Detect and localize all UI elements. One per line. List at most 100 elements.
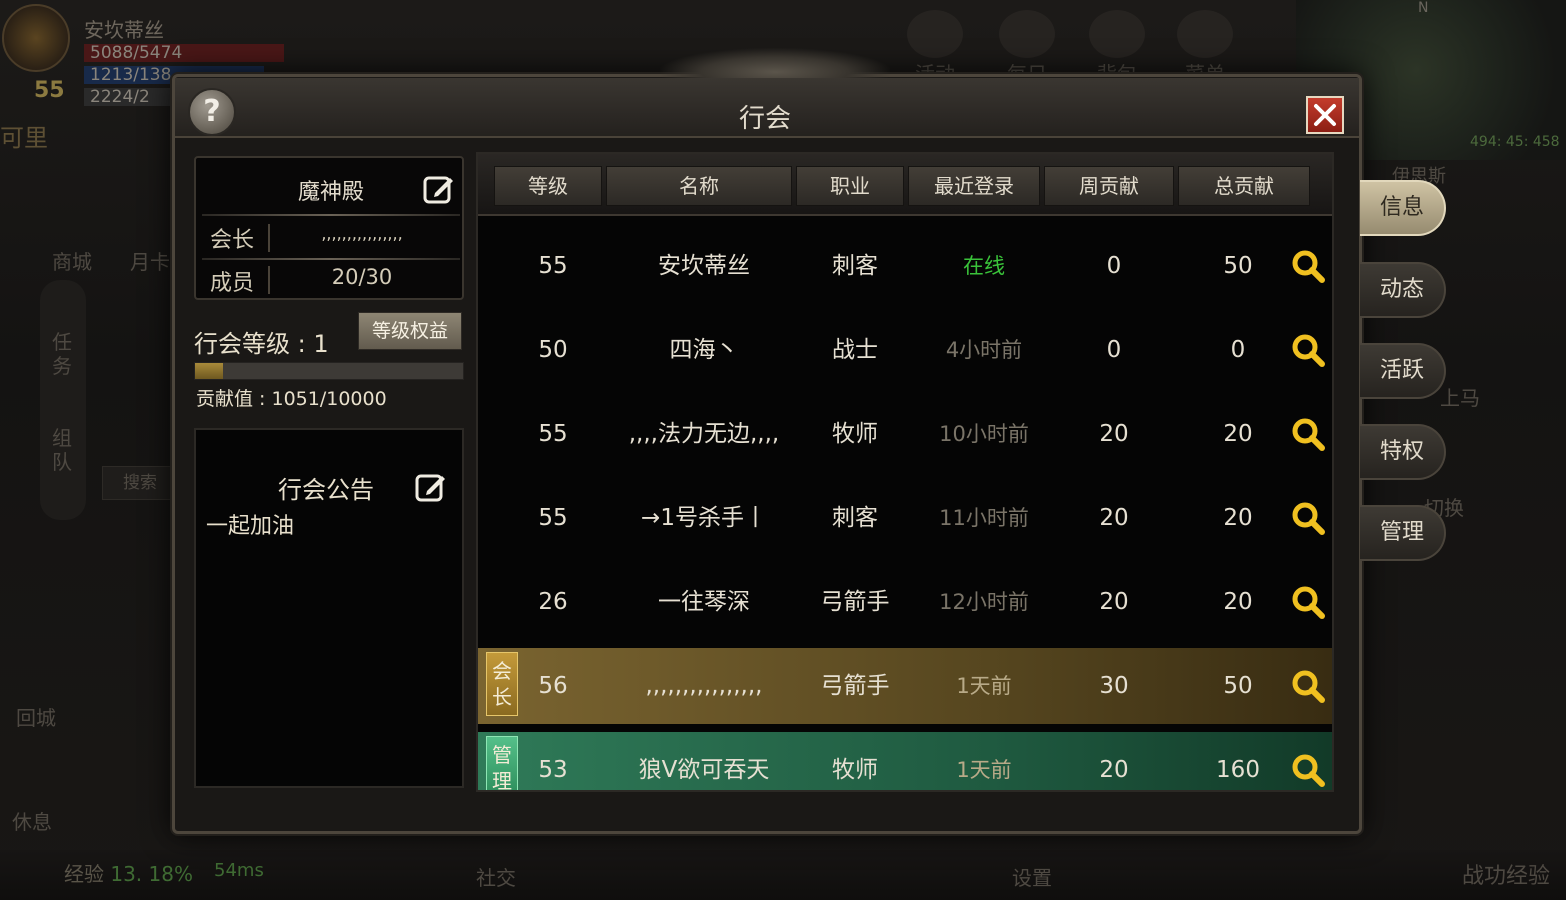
inspect-icon[interactable] bbox=[1290, 752, 1326, 788]
edit-notice-icon[interactable] bbox=[414, 470, 448, 504]
table-header: 等级 名称 职业 最近登录 周贡献 总贡献 bbox=[478, 154, 1332, 216]
cell-class: 牧师 bbox=[832, 757, 878, 783]
inspect-icon[interactable] bbox=[1290, 584, 1326, 620]
table-row[interactable]: 50 四海丶 战士 4小时前 0 0 bbox=[478, 312, 1332, 388]
cell-class: 刺客 bbox=[832, 253, 878, 279]
table-row[interactable]: 26 一往琴深 弓箭手 12小时前 20 20 bbox=[478, 564, 1332, 640]
cell-class: 弓箭手 bbox=[820, 673, 890, 699]
cell-weekly: 20 bbox=[1099, 505, 1129, 531]
separator bbox=[268, 266, 270, 294]
cell-level: 55 bbox=[538, 421, 568, 447]
cell-name: ,,,,法力无边,,,, bbox=[628, 421, 780, 447]
table-row[interactable]: 会长 56,,,,,,,,,,,,,,,, 弓箭手 1天前 30 50 bbox=[478, 648, 1332, 724]
cell-login: 4小时前 bbox=[945, 338, 1023, 362]
cell-class: 战士 bbox=[832, 337, 878, 363]
tab-privileges[interactable]: 特权 bbox=[1360, 424, 1446, 480]
cell-total: 160 bbox=[1216, 757, 1260, 783]
cell-class: 刺客 bbox=[832, 505, 878, 531]
cell-name: ,,,,,,,,,,,,,,,, bbox=[645, 673, 763, 699]
search-input[interactable]: 搜索 bbox=[102, 466, 182, 500]
cell-weekly: 20 bbox=[1099, 757, 1129, 783]
top-menu: 活动 每日 背包 菜单 bbox=[900, 10, 1280, 86]
col-weekly-contribution[interactable]: 周贡献 bbox=[1044, 166, 1174, 206]
inspect-icon[interactable] bbox=[1290, 500, 1326, 536]
cell-level: 53 bbox=[538, 757, 568, 783]
cell-name: 狼V欲可吞天 bbox=[638, 757, 770, 783]
left-vertical-tabs: 任务 组队 bbox=[40, 280, 86, 520]
contribution-progress-bar bbox=[194, 362, 464, 380]
member-table: 等级 名称 职业 最近登录 周贡献 总贡献 55 安坎蒂丝 刺客 在线 0 50 50 四海丶… bbox=[476, 152, 1334, 792]
cell-total: 0 bbox=[1230, 337, 1246, 363]
exp-label: 经验 bbox=[64, 862, 104, 886]
table-row[interactable]: 55 ,,,,法力无边,,,, 牧师 10小时前 20 20 bbox=[478, 396, 1332, 472]
guild-level: 行会等级 : 1 bbox=[194, 330, 329, 358]
social-button[interactable]: 社交 bbox=[476, 862, 516, 891]
col-level[interactable]: 等级 bbox=[494, 166, 602, 206]
menu-icon bbox=[1177, 10, 1233, 58]
cell-total: 50 bbox=[1223, 673, 1253, 699]
guild-info-panel: 魔神殿 会长 ,,,,,,,,,,,,,,,, 成员 20/30 行会等级 : … bbox=[194, 156, 464, 788]
battle-exp-label: 战功经验 bbox=[1462, 864, 1551, 889]
cell-level: 26 bbox=[538, 589, 568, 615]
cell-login: 在线 bbox=[963, 254, 1005, 278]
tab-info[interactable]: 信息 bbox=[1360, 180, 1446, 236]
team-tab[interactable]: 组队 bbox=[52, 426, 74, 474]
mount-button[interactable]: 上马 bbox=[1440, 382, 1480, 411]
bag-icon bbox=[1089, 10, 1145, 58]
guild-info-box: 魔神殿 会长 ,,,,,,,,,,,,,,,, 成员 20/30 bbox=[194, 156, 464, 300]
close-icon bbox=[1314, 104, 1336, 126]
divider bbox=[202, 258, 460, 260]
cell-weekly: 30 bbox=[1099, 673, 1129, 699]
cell-login: 10小时前 bbox=[939, 422, 1029, 446]
table-row[interactable]: 管理 53 狼V欲可吞天 牧师 1天前 20 160 bbox=[478, 732, 1332, 790]
help-button[interactable]: ? bbox=[188, 88, 236, 136]
cell-name: 四海丶 bbox=[669, 337, 739, 363]
cell-login: 1天前 bbox=[956, 674, 1012, 698]
contribution-text: 贡献值 : 1051/10000 bbox=[196, 388, 387, 410]
settings-button[interactable]: 设置 bbox=[1012, 862, 1052, 891]
separator bbox=[268, 224, 270, 252]
ping-readout: 54ms bbox=[214, 860, 264, 881]
exp-percent: 13. 18% bbox=[110, 862, 193, 886]
monthly-card-button[interactable]: 月卡 bbox=[130, 246, 170, 275]
notice-text: 一起加油 bbox=[206, 514, 295, 539]
cell-login: 1天前 bbox=[956, 758, 1012, 782]
col-class[interactable]: 职业 bbox=[796, 166, 904, 206]
table-row[interactable]: 55 安坎蒂丝 刺客 在线 0 50 bbox=[478, 228, 1332, 304]
close-button[interactable] bbox=[1306, 96, 1344, 134]
shop-button[interactable]: 商城 bbox=[52, 246, 92, 275]
level-benefits-button[interactable]: 等级权益 bbox=[358, 312, 462, 350]
table-row[interactable]: 55 →1号杀手丨 刺客 11小时前 20 20 bbox=[478, 480, 1332, 556]
cell-class: 弓箭手 bbox=[820, 589, 890, 615]
minimap-north: N bbox=[1418, 0, 1429, 16]
tab-active-members[interactable]: 活跃 bbox=[1360, 343, 1446, 399]
inspect-icon[interactable] bbox=[1290, 332, 1326, 368]
guild-notice-box: 行会公告 一起加油 bbox=[194, 428, 464, 788]
col-total-contribution[interactable]: 总贡献 bbox=[1178, 166, 1310, 206]
inspect-icon[interactable] bbox=[1290, 416, 1326, 452]
col-last-login[interactable]: 最近登录 bbox=[908, 166, 1040, 206]
player-name: 安坎蒂丝 bbox=[84, 18, 164, 42]
leader-value: ,,,,,,,,,,,,,,,, bbox=[321, 224, 403, 243]
members-label: 成员 bbox=[210, 271, 255, 296]
cell-class: 牧师 bbox=[832, 421, 878, 447]
player-portrait[interactable] bbox=[2, 4, 70, 72]
left-fragment-text: 可里 bbox=[0, 124, 48, 152]
inspect-icon[interactable] bbox=[1290, 248, 1326, 284]
col-name[interactable]: 名称 bbox=[606, 166, 792, 206]
tab-management[interactable]: 管理 bbox=[1360, 505, 1446, 561]
leader-label: 会长 bbox=[210, 228, 255, 253]
cell-weekly: 0 bbox=[1106, 337, 1122, 363]
dialog-title: 行会 bbox=[738, 104, 791, 134]
inspect-icon[interactable] bbox=[1290, 668, 1326, 704]
cell-weekly: 0 bbox=[1106, 253, 1122, 279]
cell-level: 56 bbox=[538, 673, 568, 699]
return-city-button[interactable]: 回城 bbox=[16, 702, 56, 731]
rest-button[interactable]: 休息 bbox=[12, 806, 52, 835]
cell-weekly: 20 bbox=[1099, 421, 1129, 447]
quest-tab[interactable]: 任务 bbox=[52, 330, 74, 378]
activity-icon bbox=[907, 10, 963, 58]
edit-guild-name-icon[interactable] bbox=[422, 172, 456, 206]
hp-bar: 5088/5474 bbox=[84, 44, 284, 62]
tab-activity-log[interactable]: 动态 bbox=[1360, 262, 1446, 318]
